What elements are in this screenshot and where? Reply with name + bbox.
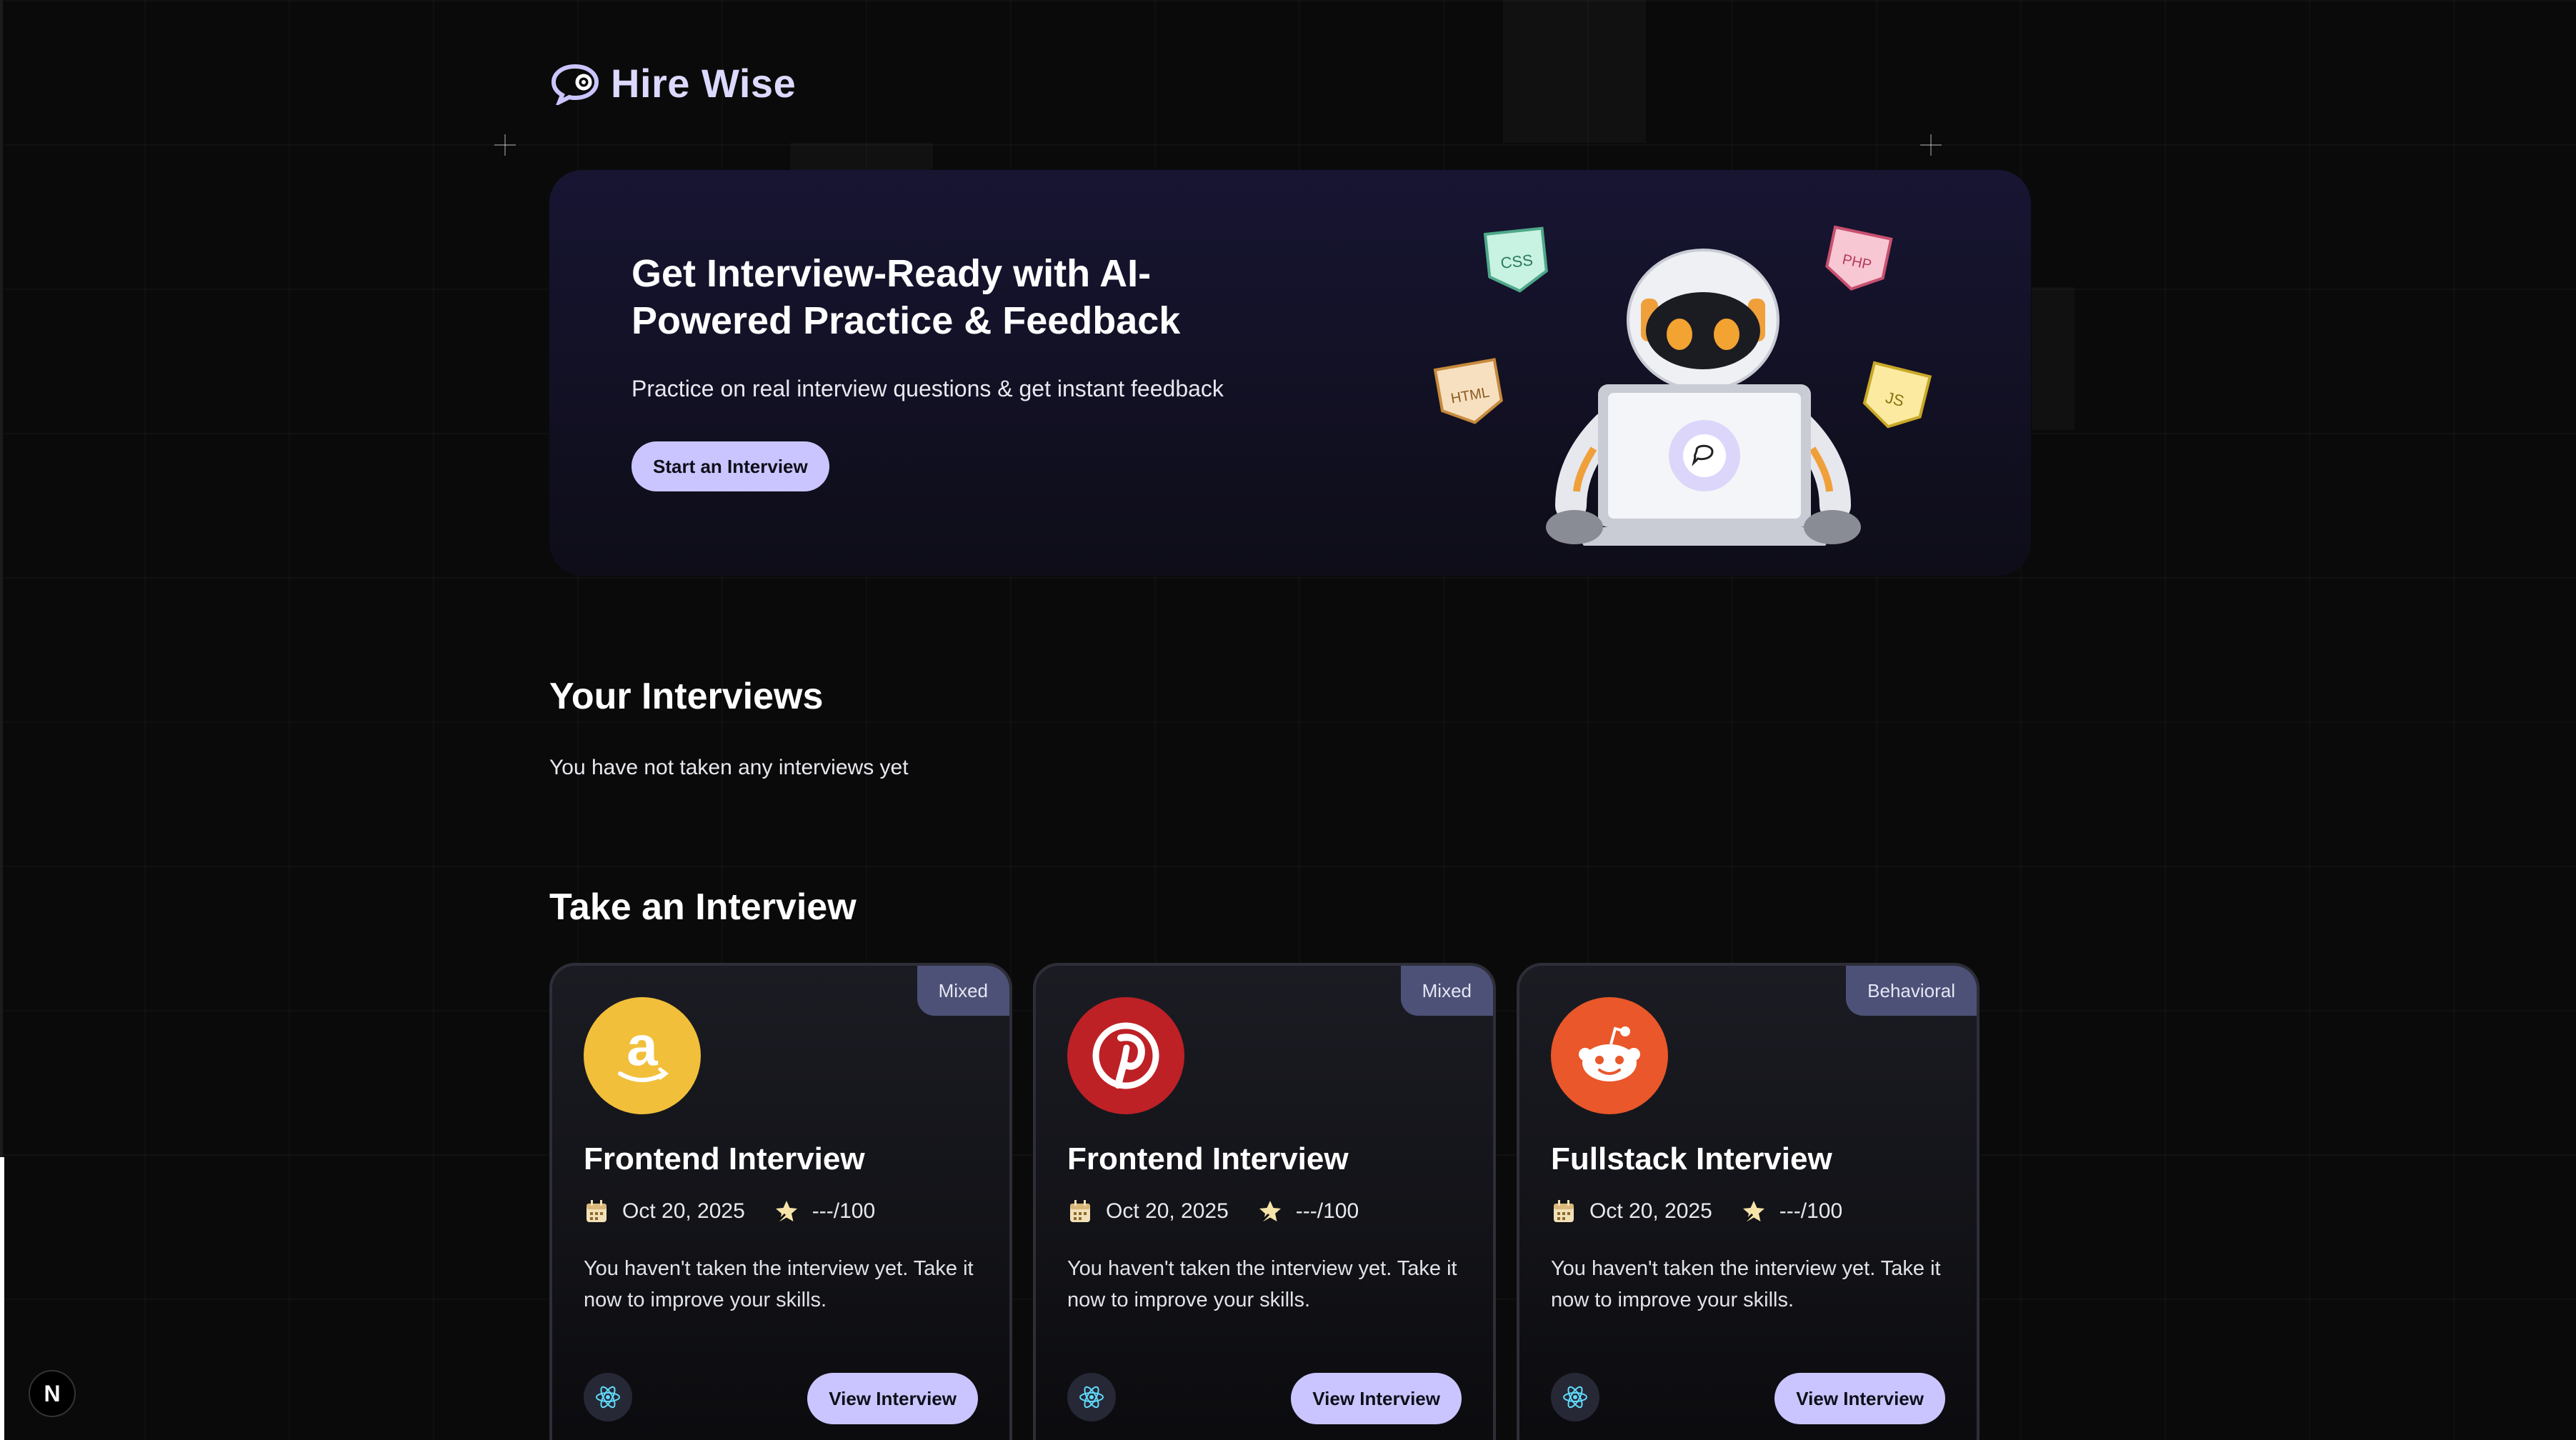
interview-meta: Oct 20, 2025 ---/100 [1551,1199,1842,1224]
react-icon [1067,1373,1116,1421]
interview-type-badge: Mixed [1400,966,1493,1016]
hero-subtitle: Practice on real interview questions & g… [631,376,1224,401]
sparkle-decoration [494,134,516,156]
react-icon [584,1373,632,1421]
react-icon [1551,1373,1599,1421]
react-icon [1563,1386,1587,1409]
interview-title: Frontend Interview [584,1141,865,1176]
nextjs-dev-indicator[interactable]: N [29,1370,76,1417]
background-tile [2032,287,2075,430]
pinterest-logo-icon [1067,997,1184,1114]
interview-description: You haven't taken the interview yet. Tak… [1067,1257,1457,1311]
amazon-logo-icon: a [618,1016,669,1082]
interview-date: Oct 20, 2025 [1106,1199,1229,1223]
interview-score: ---/100 [812,1199,876,1223]
pinterest-logo-icon [1092,1022,1159,1089]
interview-title: Frontend Interview [1067,1141,1349,1176]
navbar[interactable]: Hire Wise [549,60,796,106]
star-icon [1742,1201,1764,1221]
hero-banner: Get Interview-Ready with AI-Powered Prac… [549,170,2031,576]
php-tag-icon: PHP [1825,225,1893,291]
robot-illustration: CSS PHP HTML JS [1433,225,1932,546]
calendar-icon [1554,1200,1574,1222]
interview-date: Oct 20, 2025 [1589,1199,1712,1223]
calendar-icon [586,1200,606,1222]
background-tile [1503,0,1646,143]
star-icon [775,1201,797,1221]
js-tag-icon: JS [1862,361,1932,429]
interview-card: Behavioral Fullstack Interview Oct 20, 2… [1517,963,1980,1440]
interview-type-badge: Behavioral [1846,966,1977,1016]
interview-meta: Oct 20, 2025 ---/100 [1067,1199,1359,1224]
sparkle-decoration [1920,134,1942,156]
interview-description: You haven't taken the interview yet. Tak… [584,1257,974,1311]
react-icon [596,1386,620,1409]
interview-score: ---/100 [1295,1199,1359,1223]
interview-score: ---/100 [1779,1199,1843,1223]
view-interview-button[interactable]: View Interview [807,1373,978,1424]
start-interview-button[interactable]: Start an Interview [631,441,829,491]
react-icon [1079,1386,1104,1409]
chat-bubble-logo-icon [551,64,599,105]
interview-card: Mixed Frontend Interview Oct 20, 2025 --… [1033,963,1496,1440]
your-interviews-title: Your Interviews [549,676,824,717]
view-interview-button[interactable]: View Interview [1774,1373,1945,1424]
calendar-icon [1070,1200,1090,1222]
view-interview-button[interactable]: View Interview [1291,1373,1462,1424]
css-tag-label: CSS [1499,251,1534,272]
brand-name[interactable]: Hire Wise [611,60,796,106]
amazon-logo-icon: a [584,997,701,1114]
star-icon [1259,1201,1281,1221]
css-tag-icon: CSS [1483,226,1548,293]
interview-type-badge: Mixed [917,966,1009,1016]
reddit-logo-icon [1551,997,1668,1114]
interview-card: Mixed a Frontend Interview Oct 20, 2025 [549,963,1012,1440]
interview-meta: Oct 20, 2025 ---/100 [584,1199,875,1224]
empty-interviews-message: You have not taken any interviews yet [549,756,909,779]
interview-title: Fullstack Interview [1551,1141,1832,1176]
html-tag-icon: HTML [1433,358,1503,424]
take-interview-title: Take an Interview [549,886,857,928]
reddit-logo-icon [1579,1026,1640,1081]
interview-description: You haven't taken the interview yet. Tak… [1551,1257,1941,1311]
svg-text:a: a [626,1016,658,1077]
left-edge-highlight [0,1157,4,1440]
hero-title: Get Interview-Ready with AI-Powered Prac… [631,252,1181,342]
interview-date: Oct 20, 2025 [622,1199,745,1223]
